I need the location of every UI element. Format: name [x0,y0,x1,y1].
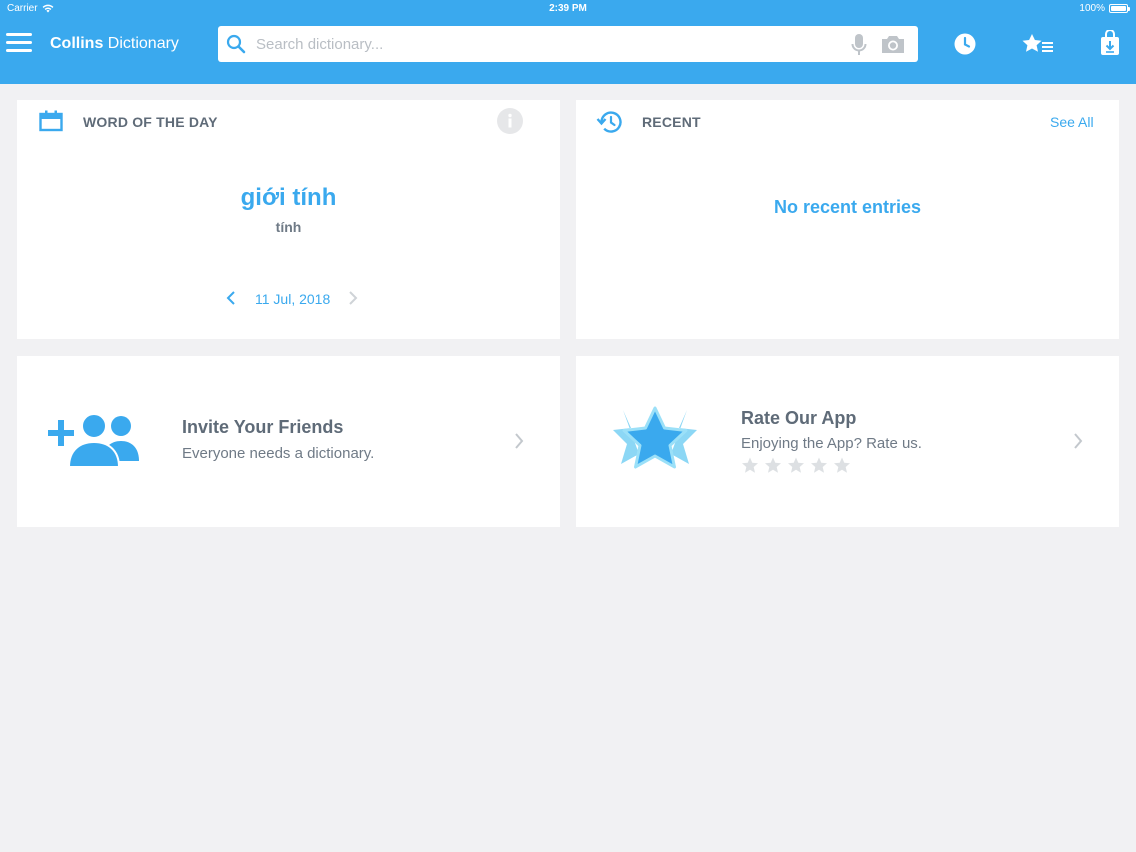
chevron-left-icon[interactable] [225,290,237,306]
recent-card: RECENT [576,100,1119,339]
rate-star-icon [613,406,697,469]
see-all-link[interactable]: See All [1050,114,1094,130]
chevron-right-icon[interactable] [347,290,359,306]
favorites-icon[interactable] [1022,33,1054,55]
word-of-the-day-word[interactable]: giới tính [17,184,560,212]
word-of-the-day-subtitle: tính [275,219,302,235]
status-time: 2:39 PM [549,3,587,14]
battery-info: 100% [1079,3,1130,14]
battery-percent: 100% [1079,3,1105,14]
word-of-the-day-date: 11 Jul, 2018 [255,291,331,307]
rate-app-subtitle: Enjoying the App? Rate us. [741,435,922,452]
battery-icon [1109,4,1130,13]
top-bar: Carrier 2:39 PM 100% Collins Dictionary [0,0,1136,84]
star-icon[interactable] [787,457,805,474]
rate-app-title: Rate Our App [741,408,857,428]
status-bar: Carrier 2:39 PM 100% [0,0,1136,18]
app-title: Collins Dictionary [50,35,179,52]
chevron-right-icon [1074,433,1083,449]
store-download-icon[interactable] [1100,30,1120,56]
word-of-the-day-title: WORD OF THE DAY [83,114,218,130]
search-icon [226,34,246,54]
star-icon[interactable] [741,457,759,474]
invite-friends-title: Invite Your Friends [182,417,344,437]
invite-friends-subtitle: Everyone needs a dictionary. [182,445,375,462]
chevron-right-icon [515,433,524,449]
invite-friends-card[interactable]: Invite Your Friends Everyone needs a dic… [17,356,560,527]
history-clock-icon[interactable] [954,33,976,55]
star-icon[interactable] [833,457,851,474]
search-input[interactable] [256,31,836,57]
recent-history-icon [596,111,622,133]
calendar-icon [39,110,63,132]
no-recent-entries: No recent entries [773,197,922,217]
camera-icon[interactable] [880,34,906,54]
recent-title: RECENT [642,114,701,130]
menu-icon[interactable] [6,33,32,55]
invite-friends-icon [48,413,139,468]
info-icon[interactable] [497,108,523,134]
star-icon[interactable] [810,457,828,474]
microphone-icon[interactable] [851,33,867,57]
rate-app-card[interactable]: Rate Our App Enjoying the App? Rate us. [576,356,1119,527]
star-icon[interactable] [764,457,782,474]
search-bar[interactable] [218,26,918,62]
rating-stars[interactable] [741,457,851,474]
